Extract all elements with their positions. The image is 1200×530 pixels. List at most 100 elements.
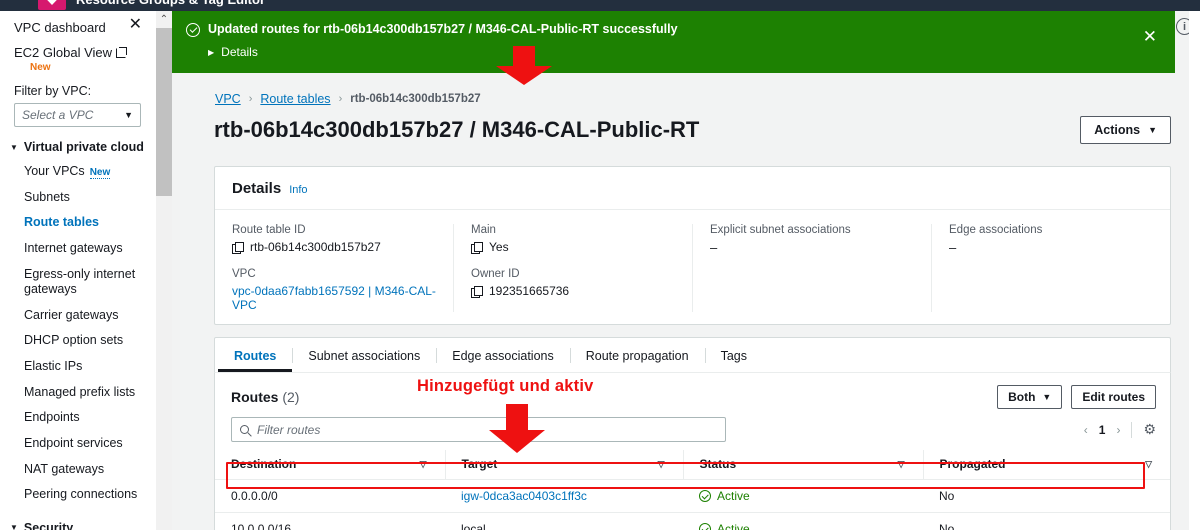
- detail-label: VPC: [232, 268, 256, 280]
- success-flash-banner: Updated routes for rtb-06b14c300db157b27…: [172, 11, 1175, 73]
- filter-by-vpc-label: Filter by VPC:: [14, 84, 92, 98]
- detail-value-text: 192351665736: [489, 284, 570, 298]
- sidebar-item-subnets[interactable]: Subnets: [0, 185, 156, 211]
- details-card-header: Details Info: [215, 167, 1170, 210]
- detail-label: Edge associations: [949, 224, 1043, 236]
- column-header-status[interactable]: Status ▽: [682, 450, 923, 480]
- table-row[interactable]: 10.0.0.0/16 local Active No: [215, 512, 1170, 530]
- detail-value-route-table-id: rtb-06b14c300db157b27: [232, 240, 436, 254]
- check-circle-icon: [699, 523, 711, 530]
- actions-button[interactable]: Actions ▼: [1080, 116, 1171, 144]
- sidebar-item-your-vpcs[interactable]: Your VPCs New: [0, 159, 156, 185]
- vpc-link[interactable]: vpc-0daa67fabb1657592 | M346-CAL-VPC: [232, 284, 436, 312]
- pagination-prev-button[interactable]: ‹: [1084, 423, 1088, 437]
- breadcrumb-separator-icon: ›: [248, 93, 253, 105]
- column-header-target[interactable]: Target ▽: [444, 450, 683, 480]
- sidebar-item-peering-connections[interactable]: Peering connections: [0, 482, 156, 508]
- detail-value-owner-id: 192351665736: [471, 284, 675, 298]
- column-header-destination[interactable]: Destination ▽: [215, 450, 445, 480]
- detail-label: Owner ID: [471, 268, 520, 280]
- aws-logo-icon[interactable]: [38, 0, 66, 10]
- scroll-up-button[interactable]: ⌃: [156, 11, 172, 28]
- breadcrumb-item-route-tables[interactable]: Route tables: [260, 92, 330, 106]
- chevron-down-icon: ▼: [124, 110, 133, 120]
- cell-propagated: No: [923, 512, 1170, 530]
- column-header-propagated[interactable]: Propagated ▽: [922, 450, 1170, 480]
- table-row[interactable]: 0.0.0.0/0 igw-0dca3ac0403c1ff3c Active N…: [215, 479, 1170, 513]
- copy-icon[interactable]: [471, 241, 483, 254]
- sidebar-item-elastic-ips[interactable]: Elastic IPs: [0, 354, 156, 380]
- sidebar-item-nat-gateways[interactable]: NAT gateways: [0, 457, 156, 483]
- app-root: Resource Groups & Tag Editor VPC dashboa…: [0, 0, 1200, 530]
- sidebar-item-endpoint-services[interactable]: Endpoint services: [0, 431, 156, 457]
- cell-destination: 0.0.0.0/0: [215, 479, 445, 513]
- column-header-label: Propagated: [939, 457, 1006, 471]
- both-filter-dropdown[interactable]: Both ▼: [997, 385, 1063, 409]
- sidebar-group-security[interactable]: ▼ Security: [0, 508, 156, 530]
- details-card: Details Info Route table ID rtb-06b14c30…: [214, 166, 1171, 325]
- sidebar-scrollbar[interactable]: ⌃: [156, 11, 172, 530]
- tab-subnet-associations[interactable]: Subnet associations: [292, 338, 436, 372]
- tab-tags[interactable]: Tags: [704, 338, 763, 372]
- routes-title: Routes (2): [231, 389, 299, 405]
- topbar-service-label[interactable]: Resource Groups & Tag Editor: [76, 0, 265, 7]
- chevron-up-icon: ⌃: [159, 14, 169, 25]
- flash-message: Updated routes for rtb-06b14c300db157b27…: [208, 22, 678, 36]
- tab-edge-associations[interactable]: Edge associations: [436, 338, 569, 372]
- close-icon[interactable]: ✕: [1143, 28, 1157, 45]
- vpc-filter-select[interactable]: Select a VPC ▼: [14, 103, 141, 127]
- breadcrumb-item-vpc[interactable]: VPC: [215, 92, 241, 106]
- close-icon[interactable]: ✕: [129, 17, 142, 33]
- details-info-link[interactable]: Info: [289, 184, 307, 196]
- target-link[interactable]: igw-0dca3ac0403c1ff3c: [461, 489, 587, 503]
- tab-routes[interactable]: Routes: [218, 338, 292, 372]
- tab-route-propagation[interactable]: Route propagation: [569, 338, 705, 372]
- sidebar-item-label: EC2 Global View: [14, 45, 113, 60]
- sort-caret-icon: ▽: [1145, 458, 1152, 469]
- sidebar-item-route-tables[interactable]: Route tables: [0, 210, 156, 236]
- chevron-right-icon: ▶: [208, 47, 215, 57]
- detail-value-text: rtb-06b14c300db157b27: [250, 240, 381, 254]
- cell-destination: 10.0.0.0/16: [215, 512, 445, 530]
- gear-icon[interactable]: ⚙: [1143, 421, 1156, 438]
- new-badge: New: [30, 62, 51, 73]
- sidebar-header: VPC dashboard ✕: [0, 11, 156, 39]
- sidebar-item-internet-gateways[interactable]: Internet gateways: [0, 236, 156, 262]
- routes-panel-header: Routes (2) Both ▼ Edit routes: [215, 373, 1170, 417]
- routes-panel: Routes (2) Both ▼ Edit routes Filter rou…: [214, 372, 1171, 530]
- filter-routes-input[interactable]: Filter routes: [231, 417, 726, 442]
- chevron-down-icon: ▼: [10, 142, 18, 152]
- pagination-next-button[interactable]: ›: [1116, 423, 1120, 437]
- copy-icon[interactable]: [471, 285, 483, 298]
- sidebar-item-vpc-dashboard[interactable]: VPC dashboard: [14, 11, 106, 39]
- sidebar-item-managed-prefix-lists[interactable]: Managed prefix lists: [0, 380, 156, 406]
- copy-icon[interactable]: [232, 241, 244, 254]
- main-content: Updated routes for rtb-06b14c300db157b27…: [172, 11, 1189, 530]
- actions-button-label: Actions: [1094, 123, 1141, 137]
- flash-details-toggle[interactable]: ▶ Details: [208, 45, 1161, 59]
- scrollbar-thumb[interactable]: [156, 28, 172, 196]
- cell-target: local: [445, 512, 683, 530]
- detail-value-explicit-subnet-associations: –: [710, 240, 718, 255]
- cell-target: igw-0dca3ac0403c1ff3c: [445, 479, 683, 513]
- sidebar-item-carrier-gateways[interactable]: Carrier gateways: [0, 303, 156, 329]
- detail-label: Route table ID: [232, 224, 306, 236]
- sidebar-item-dhcp-option-sets[interactable]: DHCP option sets: [0, 328, 156, 354]
- new-badge: New: [89, 167, 111, 179]
- both-filter-label: Both: [1008, 390, 1036, 404]
- column-header-label: Destination: [231, 457, 297, 471]
- routes-filter-row: Filter routes ‹ 1 › ⚙: [215, 417, 1170, 442]
- vpc-filter-value: Select a VPC: [22, 108, 94, 122]
- sidebar-item-egress-only-internet-gateways[interactable]: Egress-only internet gateways: [0, 262, 156, 303]
- sidebar-group-virtual-private-cloud[interactable]: ▼ Virtual private cloud: [0, 127, 156, 159]
- detail-value-text: Yes: [489, 240, 509, 254]
- edit-routes-button[interactable]: Edit routes: [1071, 385, 1156, 409]
- sort-caret-icon: ▽: [419, 458, 427, 469]
- sidebar-item-endpoints[interactable]: Endpoints: [0, 405, 156, 431]
- sidebar-item-ec2-global-view[interactable]: EC2 Global View: [0, 39, 156, 60]
- routes-table: Destination ▽ Target ▽ Status ▽ Propagat…: [215, 450, 1170, 530]
- pagination-page-number[interactable]: 1: [1099, 423, 1106, 437]
- external-link-icon: [116, 47, 128, 58]
- info-circle-icon[interactable]: i: [1176, 18, 1189, 35]
- flash-details-label: Details: [221, 45, 258, 59]
